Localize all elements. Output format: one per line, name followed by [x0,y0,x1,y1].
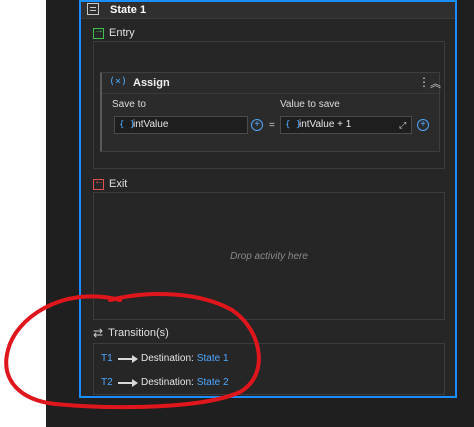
expand-icon[interactable]: ⤢ [399,117,406,133]
state-icon [87,3,99,15]
assign-title: Assign [133,77,170,89]
collapse-icon[interactable]: ︽ [430,75,441,91]
transitions-icon: ⇄ [93,326,104,340]
state-panel[interactable]: State 1 Entry (×) Assign ⋮ ︽ Save to Val… [79,0,457,398]
equals-sign: = [269,120,275,131]
save-to-field[interactable]: { } intValue [114,116,248,134]
entry-label: Entry [109,27,135,39]
transition-id: T1 [101,353,113,364]
exit-label: Exit [109,178,128,190]
entry-icon [93,25,104,39]
destination-label: Destination: [141,353,194,364]
save-to-plus-icon[interactable]: + [251,119,263,131]
value-plus-icon[interactable]: + [417,119,429,131]
transitions-label: Transition(s) [108,327,169,339]
transitions-header: ⇄ Transition(s) [93,326,169,340]
assign-icon: (×) [109,76,128,87]
exit-header: Exit [93,176,128,190]
exit-icon [93,176,104,190]
value-to-save-field[interactable]: { } intValue + 1 ⤢ [280,116,412,134]
value-to-save-label: Value to save [280,99,340,110]
transition-row[interactable]: T2 Destination: State 2 [101,377,229,388]
drop-placeholder: Drop activity here [230,251,308,262]
state-title: State 1 [110,4,147,16]
arrow-right-icon [118,354,138,364]
value-to-save-value: intValue + 1 [299,119,352,130]
save-to-label: Save to [112,99,146,110]
exit-drop-zone[interactable]: Drop activity here [93,192,445,320]
destination-link[interactable]: State 2 [197,377,229,388]
arrow-right-icon [118,378,138,388]
save-to-value: intValue [133,119,169,130]
state-header[interactable]: State 1 [81,2,455,19]
more-options-icon[interactable]: ⋮ [418,75,430,89]
transitions-list: T1 Destination: State 1 T2 Destination: … [93,343,445,395]
transition-id: T2 [101,377,113,388]
entry-header: Entry [93,25,135,39]
entry-drop-zone[interactable]: (×) Assign ⋮ ︽ Save to Value to save { }… [93,41,445,169]
destination-link[interactable]: State 1 [197,353,229,364]
assign-activity[interactable]: (×) Assign ⋮ ︽ Save to Value to save { }… [100,72,441,152]
transition-row[interactable]: T1 Destination: State 1 [101,353,229,364]
destination-label: Destination: [141,377,194,388]
assign-activity-header[interactable]: (×) Assign ⋮ ︽ [102,73,441,94]
